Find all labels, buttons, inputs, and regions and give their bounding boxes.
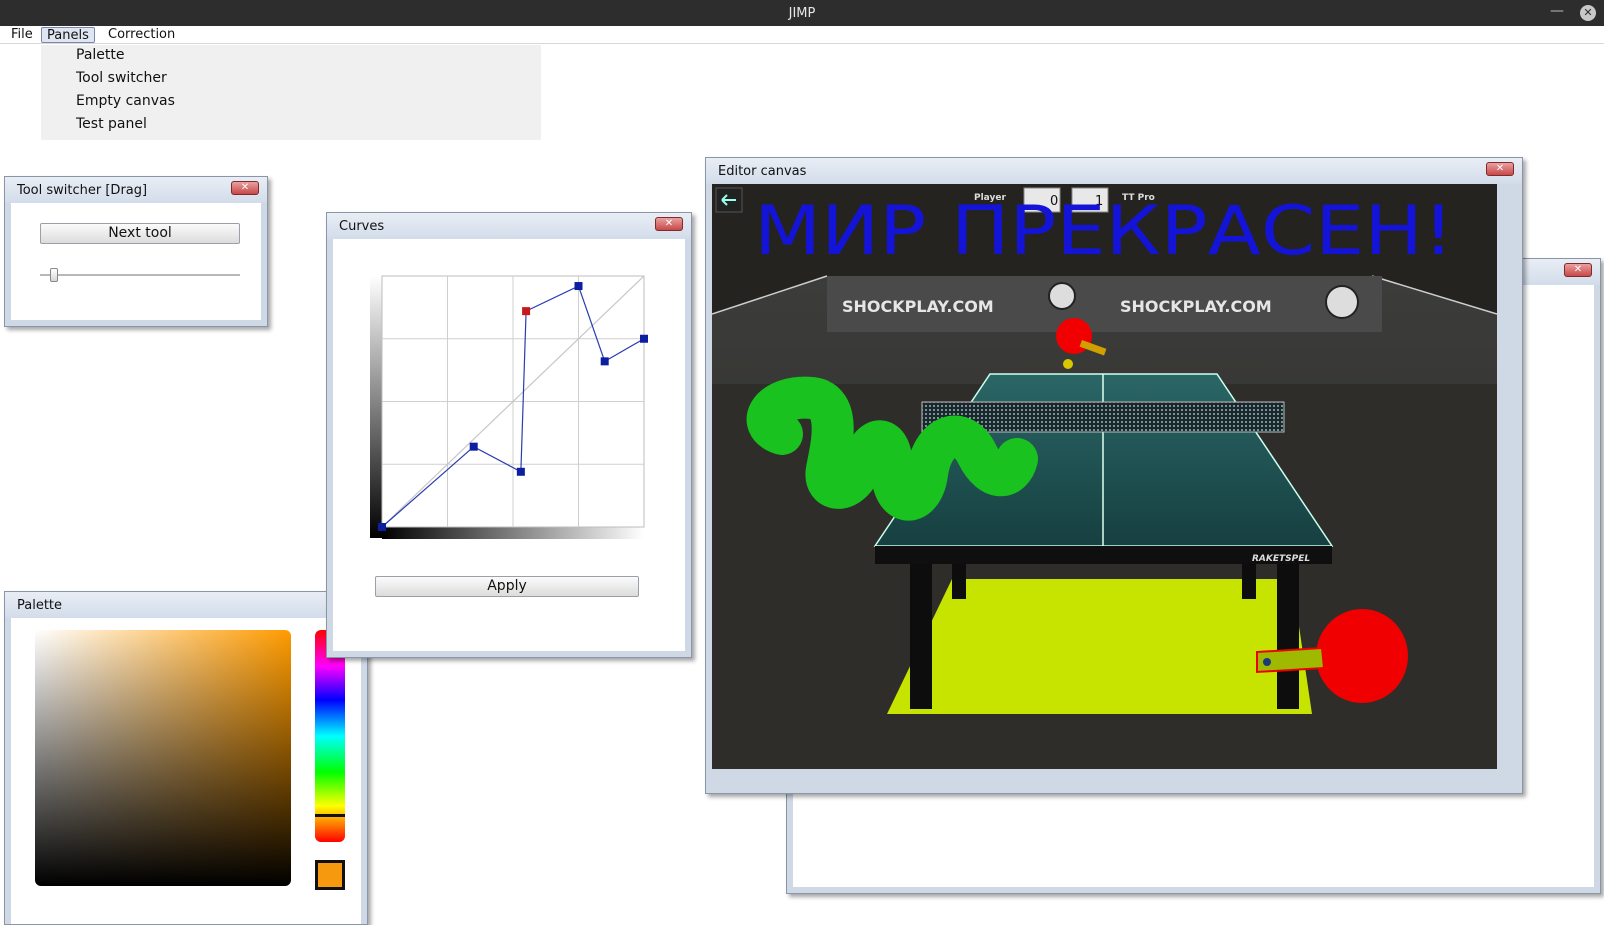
curve-point[interactable] — [574, 282, 583, 291]
tool-switcher-window[interactable]: Tool switcher [Drag] ✕ Next tool — [4, 176, 268, 327]
close-icon[interactable]: ✕ — [655, 217, 683, 231]
input-gradient-vertical — [370, 276, 382, 538]
mascot-icon — [1325, 285, 1359, 319]
table-brand: RAKETSPEL — [1252, 554, 1310, 564]
ball — [1063, 359, 1073, 369]
app-title: JIMP — [788, 6, 816, 21]
palette-window[interactable]: Palette — [4, 591, 368, 925]
player-paddle-rivet — [1263, 658, 1271, 666]
menu-item-test-panel[interactable]: Test panel — [76, 116, 147, 132]
banner-text-left: SHOCKPLAY.COM — [842, 297, 994, 316]
table-leg — [1277, 544, 1299, 709]
close-icon[interactable]: ✕ — [1486, 162, 1514, 176]
next-tool-button[interactable]: Next tool — [40, 223, 240, 244]
apply-button[interactable]: Apply — [375, 576, 639, 597]
hue-slider-marker[interactable] — [315, 814, 345, 817]
mascot-icon — [1048, 282, 1076, 310]
curve-point[interactable] — [469, 442, 478, 451]
hue-slider[interactable] — [315, 630, 345, 842]
current-color-swatch — [315, 860, 345, 890]
menu-item-empty-canvas[interactable]: Empty canvas — [76, 93, 175, 109]
palette-title: Palette — [17, 598, 63, 613]
editor-canvas-window[interactable]: Editor canvas ✕ SHOCKPLAY.COM SHOCKPLAY.… — [705, 157, 1523, 794]
tool-slider-track[interactable] — [40, 274, 240, 276]
editor-canvas-titlebar[interactable]: Editor canvas — [706, 158, 1522, 184]
curve-point[interactable] — [600, 357, 609, 366]
menubar: File Panels Correction — [0, 26, 1604, 44]
tool-switcher-body: Next tool — [11, 203, 261, 320]
handwriting-text: МИР ПРЕКРАСЕН! — [754, 192, 1454, 271]
curve-point[interactable] — [378, 523, 386, 531]
table-leg — [910, 544, 932, 709]
banner-text-right: SHOCKPLAY.COM — [1120, 297, 1272, 316]
ping-pong-scene[interactable]: SHOCKPLAY.COM SHOCKPLAY.COM RAKETSPEL Pl… — [712, 184, 1497, 769]
player-paddle — [1316, 609, 1408, 703]
menu-panels[interactable]: Panels — [41, 27, 95, 43]
close-icon[interactable]: ✕ — [231, 181, 259, 195]
menu-file[interactable]: File — [6, 27, 38, 43]
tool-slider-thumb[interactable] — [49, 268, 58, 282]
palette-body — [11, 618, 361, 924]
curves-body: Apply — [333, 239, 685, 651]
minimize-icon[interactable]: — — [1550, 3, 1564, 19]
editor-canvas-title: Editor canvas — [718, 164, 807, 179]
tool-switcher-titlebar[interactable]: Tool switcher [Drag] — [5, 177, 267, 203]
menu-correction[interactable]: Correction — [103, 27, 180, 43]
close-icon[interactable]: ✕ — [1564, 263, 1592, 277]
curves-title: Curves — [339, 219, 385, 234]
curve-point-selected[interactable] — [522, 307, 531, 316]
palette-titlebar[interactable]: Palette — [5, 592, 367, 618]
output-gradient-horizontal — [382, 527, 644, 539]
curves-window[interactable]: Curves ✕ Apply — [326, 212, 692, 658]
saturation-value-field[interactable] — [35, 630, 291, 886]
close-window-icon[interactable]: ✕ — [1580, 5, 1596, 21]
tool-switcher-title: Tool switcher [Drag] — [17, 183, 148, 198]
floor-light — [887, 579, 1312, 714]
window-titlebar: JIMP — ✕ — [0, 0, 1604, 26]
menu-item-tool-switcher[interactable]: Tool switcher — [76, 70, 167, 86]
panels-dropdown: Palette Tool switcher Empty canvas Test … — [41, 45, 541, 140]
curve-point[interactable] — [516, 467, 525, 476]
editor-canvas-image[interactable]: SHOCKPLAY.COM SHOCKPLAY.COM RAKETSPEL Pl… — [712, 184, 1497, 769]
curves-titlebar[interactable]: Curves — [327, 213, 691, 239]
menu-item-palette[interactable]: Palette — [76, 47, 125, 63]
curve-point[interactable] — [640, 334, 648, 343]
